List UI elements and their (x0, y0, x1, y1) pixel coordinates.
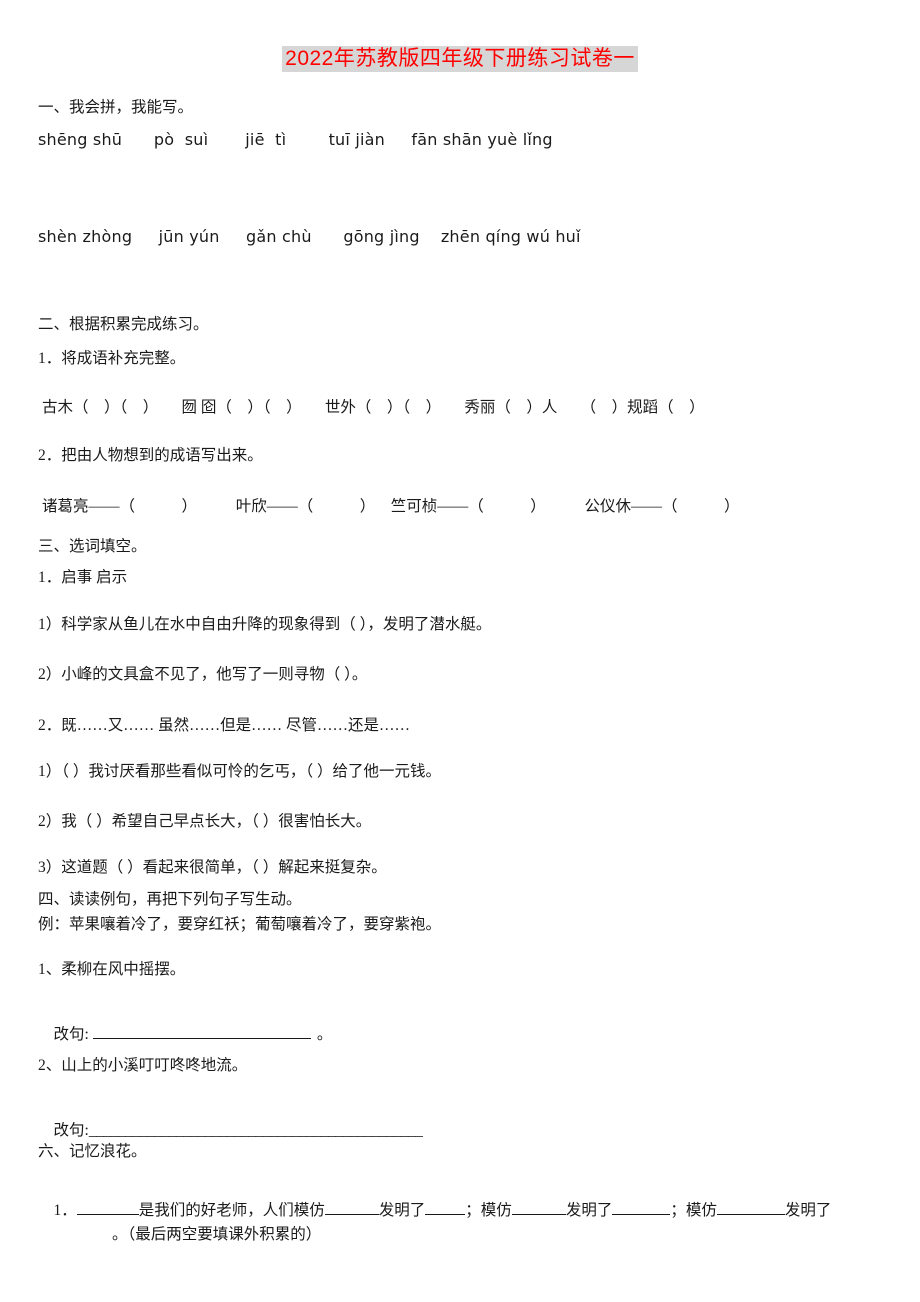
memory-blank-4[interactable] (511, 1200, 566, 1216)
pinyin-row-2: shèn zhòng jūn yún gǎn chù gōng jìng zhē… (38, 227, 581, 246)
worksheet-page: 2022年苏教版四年级下册练习试卷一 一、我会拼，我能写。 shēng shū … (0, 0, 920, 1302)
person-idiom-line: 诸葛亮——（ ） 叶欣——（ ） 竺可桢——（ ） 公仪休——（ ） (42, 498, 740, 515)
section-three-heading: 三、选词填空。 (38, 538, 147, 555)
section-six-item-1-tail: 。（最后两空要填课外积累的） (112, 1226, 322, 1243)
section-three-item-2-question-2: 2）我（ ）希望自己早点长大，（ ）很害怕长大。 (38, 813, 372, 830)
section-one-heading: 一、我会拼，我能写。 (38, 99, 194, 116)
memory-text-a: 是我们的好老师，人们模仿 (138, 1202, 325, 1220)
section-three-item-2-question-1: 1）（ ）我讨厌看那些看似可怜的乞丐，（ ）给了他一元钱。 (38, 763, 442, 780)
section-three-item-2-question-3: 3）这道题（ ）看起来很简单，（ ）解起来挺复杂。 (38, 859, 387, 876)
memory-blank-2[interactable] (324, 1200, 379, 1216)
memory-blank-1[interactable] (76, 1200, 139, 1216)
rewrite-label-2: 改句: (53, 1122, 89, 1139)
answer-blank-2[interactable]: ________________________________________… (89, 1122, 423, 1139)
section-one: 一、我会拼，我能写。 (38, 96, 882, 119)
section-three-item-1-question-1: 1）科学家从鱼儿在水中自由升降的现象得到（ ），发明了潜水艇。 (38, 616, 492, 633)
section-two-item-1-label: 1．将成语补充完整。 (38, 350, 186, 367)
idiom-fill-line: 古木（ ）（ ） 囫 囵（ ）（ ） 世外（ ）（ ） 秀丽（ ）人 （ ）规蹈… (42, 399, 705, 416)
section-four-heading: 四、读读例句，再把下列句子写生动。 (38, 891, 302, 908)
rewrite-label-1: 改句: (53, 1026, 89, 1043)
section-three-item-2-label: 2．既……又…… 虽然……但是…… 尽管……还是…… (38, 717, 411, 734)
answer-blank-1[interactable] (92, 1023, 311, 1039)
memory-blank-6[interactable] (716, 1200, 785, 1216)
rewrite-period-1: 。 (316, 1026, 333, 1043)
section-three-item-1-label: 1．启事 启示 (38, 569, 128, 586)
page-title: 2022年苏教版四年级下册练习试卷一 (282, 46, 638, 72)
section-four-item-2: 2、山上的小溪叮叮咚咚地流。 (38, 1057, 248, 1074)
memory-blank-5[interactable] (612, 1200, 671, 1216)
section-two-item-2-label: 2．把由人物想到的成语写出来。 (38, 447, 263, 464)
pinyin-row-1: shēng shū pò suì jiē tì tuī jiàn fān shā… (38, 130, 553, 149)
title-row: 2022年苏教版四年级下册练习试卷一 (38, 0, 882, 72)
memory-text-b: 发明了 (378, 1202, 426, 1220)
section-two-heading: 二、根据积累完成练习。 (38, 316, 209, 333)
section-three-item-1-question-2: 2）小峰的文具盒不见了，他写了一则寻物（ ）。 (38, 666, 368, 683)
section-four-example: 例：苹果嚷着冷了，要穿红袄；葡萄嚷着冷了，要穿紫袍。 (38, 916, 442, 933)
memory-text-d: 发明了 (565, 1202, 613, 1220)
memory-blank-3[interactable] (425, 1200, 466, 1216)
memory-text-e: ；模仿 (670, 1202, 717, 1220)
memory-text-c: ；模仿 (465, 1202, 512, 1220)
memory-text-f: 发明了 (784, 1202, 832, 1220)
section-six-heading: 六、记忆浪花。 (38, 1143, 147, 1160)
section-four-item-1: 1、柔柳在风中摇摆。 (38, 961, 186, 978)
memory-item-number: 1． (53, 1202, 77, 1220)
